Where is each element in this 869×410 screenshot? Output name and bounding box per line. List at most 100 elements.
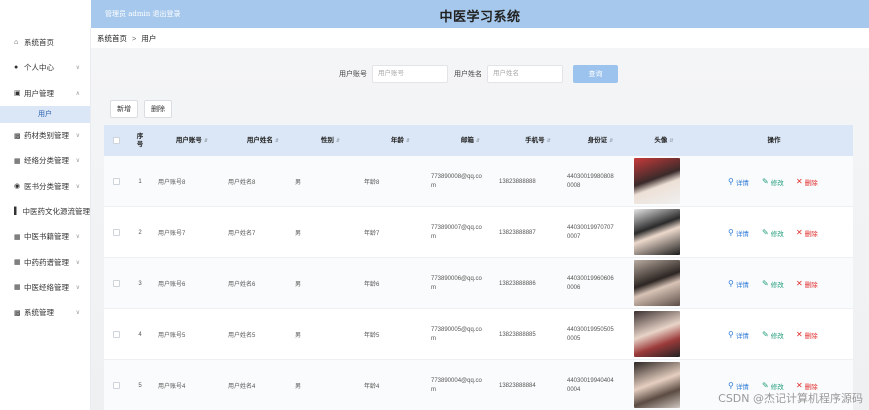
grid-icon: ▦: [14, 157, 21, 165]
cell-index: 1: [138, 178, 142, 185]
sidebar-item-label: 系统管理: [24, 308, 54, 318]
chevron-up-icon: ∧: [75, 90, 80, 97]
cell-index: 4: [138, 331, 142, 338]
sidebar-item-user-manage[interactable]: ▣ 用户管理 ∧: [0, 81, 90, 106]
batch-delete-button[interactable]: 删除: [144, 100, 172, 118]
pencil-icon: ✎: [762, 279, 769, 288]
table-row: 2 用户账号7 用户姓名7 男 年龄7 773890007@qq.com 138238888…: [104, 207, 853, 258]
sidebar-item-label: 经络分类管理: [24, 156, 69, 166]
sidebar-item-herb-category[interactable]: ▩ 药材类别管理 ∨: [0, 123, 90, 148]
table-row: 4 用户账号5 用户姓名5 男 年龄5 773890005@qq.com 138238888…: [104, 309, 853, 360]
sidebar-item-label: 中医经络管理: [24, 282, 69, 292]
name-search-input[interactable]: 用户姓名: [487, 65, 563, 83]
detail-button[interactable]: ⚲ 详情: [728, 207, 749, 258]
col-header-idcard[interactable]: 身份证 ⇵: [568, 125, 633, 156]
home-icon: ⌂: [14, 39, 19, 47]
col-header-account[interactable]: 用户账号 ⇵: [151, 125, 233, 156]
detail-button[interactable]: ⚲ 详情: [728, 258, 749, 309]
row-checkbox[interactable]: [104, 258, 129, 309]
account-label: 用户账号: [339, 71, 367, 78]
grid-icon: ▦: [14, 284, 21, 292]
user-avatar[interactable]: [634, 158, 680, 204]
col-header-avatar[interactable]: 头像 ⇵: [633, 125, 695, 156]
cell-name: 用户姓名6: [228, 282, 256, 288]
system-title: 中医学习系统: [439, 9, 521, 24]
chevron-down-icon: ∨: [75, 234, 80, 241]
sort-icon: ⇵: [475, 137, 481, 144]
cell-account: 用户账号8: [158, 180, 186, 186]
sidebar-item-culture[interactable]: ▌ 中医药文化源流管理: [0, 199, 90, 224]
detail-button[interactable]: ⚲ 详情: [728, 309, 749, 360]
delete-button[interactable]: ✕ 删除: [796, 258, 818, 309]
chevron-down-icon: ∨: [75, 310, 80, 317]
user-table: 序号 用户账号 ⇵ 用户姓名 ⇵ 性别 ⇵ 年龄 ⇵ 邮箱 ⇵ 手机号 ⇵ 身份证 ⇵ 头像 ⇵…: [104, 125, 853, 410]
cell-age: 年龄8: [364, 180, 380, 186]
sidebar-item-label: 医书分类管理: [24, 181, 69, 191]
user-avatar[interactable]: [634, 209, 680, 255]
row-checkbox[interactable]: [104, 156, 129, 207]
cell-email: 773890007@qq.com: [431, 224, 482, 240]
search-icon: ⚲: [728, 381, 734, 390]
col-header-gender[interactable]: 性别 ⇵: [293, 125, 368, 156]
delete-button[interactable]: ✕ 删除: [796, 309, 818, 360]
search-icon: ⚲: [728, 177, 734, 186]
breadcrumb-home[interactable]: 系统首页: [97, 33, 127, 44]
sidebar-item-meridian-category[interactable]: ▦ 经络分类管理 ∨: [0, 148, 90, 173]
delete-button[interactable]: ✕ 删除: [796, 156, 818, 207]
breadcrumb-current: 用户: [141, 33, 157, 43]
chevron-down-icon: ∨: [75, 65, 80, 72]
cell-gender: 男: [295, 180, 302, 186]
detail-button[interactable]: ⚲ 详情: [728, 156, 749, 207]
close-icon: ✕: [796, 381, 803, 390]
sidebar-item-meridian[interactable]: ▦ 中医经络管理 ∨: [0, 275, 90, 300]
top-header: 管理员 admin 退出登录 中医学习系统: [91, 0, 869, 28]
sort-icon: ⇵: [546, 137, 551, 144]
sort-icon: ⇵: [609, 137, 614, 144]
account-search-input[interactable]: 用户账号: [372, 65, 448, 83]
sidebar-item-book-category[interactable]: ◉ 医书分类管理 ∨: [0, 173, 90, 198]
user-avatar[interactable]: [634, 362, 680, 408]
watermark: CSDN @杰记计算机程序源码: [718, 392, 863, 405]
user-avatar[interactable]: [634, 260, 680, 306]
col-header-email[interactable]: 邮箱 ⇵: [433, 125, 508, 156]
sidebar-subitem-user[interactable]: 用户: [0, 105, 90, 123]
sidebar-item-books[interactable]: ▦ 中医书籍管理 ∨: [0, 224, 90, 249]
add-button[interactable]: 新增: [110, 100, 138, 118]
col-header-name[interactable]: 用户姓名 ⇵: [233, 125, 293, 156]
chevron-down-icon: ∨: [75, 158, 80, 165]
edit-button[interactable]: ✎ 修改: [762, 258, 784, 309]
cell-phone: 13823888885: [499, 331, 536, 338]
search-icon: ⚲: [728, 228, 734, 237]
sidebar-item-label: 用户管理: [24, 88, 54, 98]
pencil-icon: ✎: [762, 177, 769, 186]
delete-button[interactable]: ✕ 删除: [796, 207, 818, 258]
cell-email: 773890004@qq.com: [431, 377, 482, 393]
search-bar: 用户账号 用户账号 用户姓名 用户姓名 查询: [91, 65, 869, 83]
clipboard-icon: ▩: [14, 309, 21, 317]
cell-idcard: 440300199505050005: [567, 326, 614, 342]
sidebar-item-label: 个人中心: [24, 63, 54, 73]
location-icon: ◉: [14, 183, 21, 191]
cell-phone: 13823888888: [499, 178, 536, 185]
row-checkbox[interactable]: [104, 309, 129, 360]
col-header-age[interactable]: 年龄 ⇵: [368, 125, 433, 156]
sidebar-item-personal[interactable]: ● 个人中心 ∨: [0, 55, 90, 80]
chevron-down-icon: ∨: [75, 284, 80, 291]
close-icon: ✕: [796, 177, 803, 186]
edit-button[interactable]: ✎ 修改: [762, 207, 784, 258]
col-header-phone[interactable]: 手机号 ⇵: [508, 125, 568, 156]
row-checkbox[interactable]: [104, 207, 129, 258]
select-all-checkbox[interactable]: [104, 125, 129, 156]
cell-account: 用户账号7: [158, 231, 186, 237]
row-checkbox[interactable]: [104, 360, 129, 410]
cell-name: 用户姓名4: [228, 384, 256, 390]
edit-button[interactable]: ✎ 修改: [762, 309, 784, 360]
name-label: 用户姓名: [454, 71, 482, 78]
search-button[interactable]: 查询: [573, 65, 618, 83]
sidebar-item-home[interactable]: ⌂ 系统首页: [0, 30, 90, 55]
sidebar-item-label: 中医书籍管理: [24, 232, 69, 242]
sidebar-item-herb-spectrum[interactable]: ▦ 中药药谱管理 ∨: [0, 249, 90, 274]
edit-button[interactable]: ✎ 修改: [762, 156, 784, 207]
sidebar-item-system[interactable]: ▩ 系统管理 ∨: [0, 300, 90, 325]
user-avatar[interactable]: [634, 311, 680, 357]
